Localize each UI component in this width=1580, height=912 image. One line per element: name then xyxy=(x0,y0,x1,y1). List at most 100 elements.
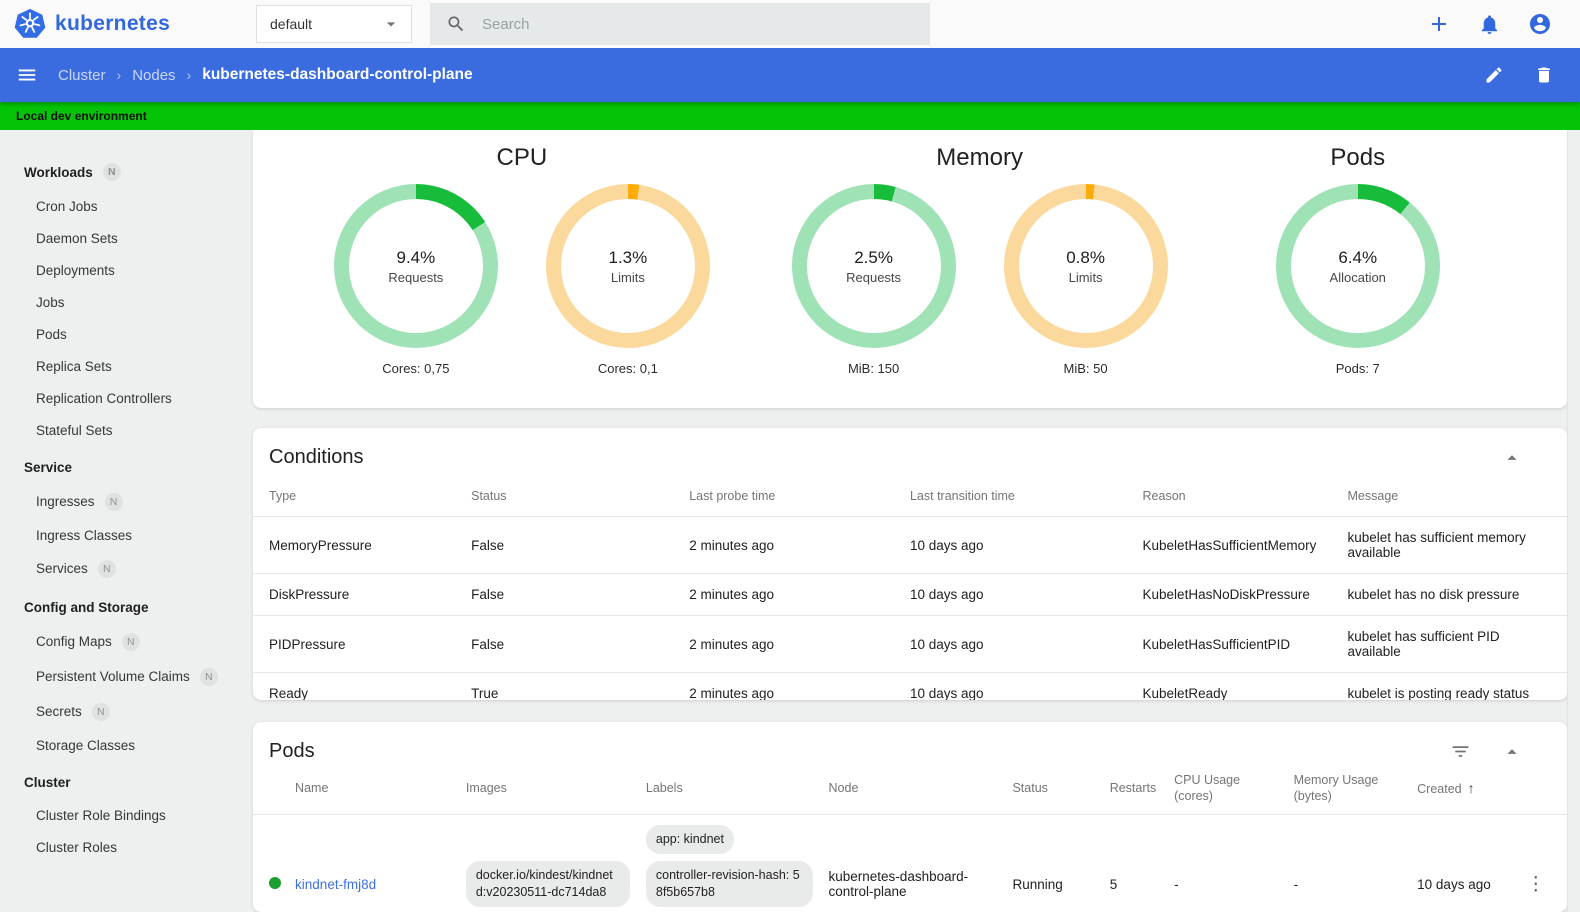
sidebar-item-services[interactable]: Services N xyxy=(0,551,247,586)
gauge-group-title: Pods xyxy=(1330,144,1386,171)
pods-column-node: Node xyxy=(828,780,859,795)
donut-caption: MiB: 50 xyxy=(1063,361,1108,376)
sidebar-item-label: Storage Classes xyxy=(36,737,136,753)
sidebar-item-deployments[interactable]: Deployments xyxy=(0,254,247,286)
sidebar-item-config-maps[interactable]: Config Maps N xyxy=(0,624,247,659)
conditions-cell-status: False xyxy=(471,516,690,574)
pods-column-created[interactable]: Created ↑ xyxy=(1417,767,1526,815)
search-input[interactable] xyxy=(482,15,914,33)
new-badge: N xyxy=(91,702,110,721)
donut-chart: 1.3% Limits xyxy=(545,184,710,348)
sidebar-item-cluster-roles[interactable]: Cluster Roles xyxy=(0,831,247,863)
sidebar-section-cluster[interactable]: Cluster xyxy=(0,766,247,799)
sidebar-section-workloads[interactable]: Workloads N xyxy=(0,154,247,190)
sidebar-section-label: Config and Storage xyxy=(24,600,149,615)
conditions-cell-last-probe-time: 2 minutes ago xyxy=(689,615,910,673)
sidebar-section-config-and-storage[interactable]: Config and Storage xyxy=(0,591,247,624)
pod-row-menu-kebab-icon[interactable]: ⋮ xyxy=(1526,875,1545,894)
conditions-card: Conditions Type Status Last probe time Last… xyxy=(253,428,1567,700)
conditions-cell-last-probe-time: 2 minutes ago xyxy=(689,573,910,616)
donut-center: 9.4% Requests xyxy=(334,184,498,348)
sidebar-section-label: Cluster xyxy=(24,775,71,790)
user-account-icon[interactable] xyxy=(1528,12,1552,36)
edit-pencil-icon[interactable] xyxy=(1484,65,1504,85)
breadcrumb-link-nodes[interactable]: Nodes xyxy=(132,67,175,84)
pods-column-status-dot xyxy=(253,767,295,815)
pods-column-images: Images xyxy=(465,780,507,795)
sidebar-item-storage-classes[interactable]: Storage Classes xyxy=(0,729,247,761)
sidebar-section-service[interactable]: Service xyxy=(0,451,247,484)
donut-metric-label: Requests xyxy=(846,269,902,285)
kubernetes-logo-icon xyxy=(14,8,46,40)
menu-hamburger-icon[interactable] xyxy=(16,64,38,86)
pod-cell-images: docker.io/kindest/kindnetd:v20230511-dc7… xyxy=(465,814,646,912)
sidebar-item-label: Replica Sets xyxy=(36,358,112,374)
header-actions xyxy=(1427,12,1580,36)
sidebar-item-label: Pods xyxy=(36,326,67,342)
conditions-cell-status: False xyxy=(471,615,690,673)
donut-center: 1.3% Limits xyxy=(546,184,710,348)
conditions-cell-type: Ready xyxy=(253,672,472,700)
pod-cell-status: Running xyxy=(1012,814,1110,912)
sidebar-item-label: Jobs xyxy=(36,294,65,310)
donut-caption: MiB: 150 xyxy=(847,361,900,376)
conditions-cell-status: True xyxy=(471,672,690,700)
new-badge: N xyxy=(102,163,121,181)
conditions-cell-reason: KubeletReady xyxy=(1142,672,1348,700)
new-badge: N xyxy=(104,492,123,511)
pods-column-memory-usage-bytes: Memory Usage (bytes) xyxy=(1293,773,1379,803)
namespace-selector[interactable]: default xyxy=(256,5,412,43)
sidebar-item-ingresses[interactable]: Ingresses N xyxy=(0,484,247,519)
sidebar-item-stateful-sets[interactable]: Stateful Sets xyxy=(0,414,247,446)
sidebar-item-cluster-role-bindings[interactable]: Cluster Role Bindings xyxy=(0,799,247,831)
pod-name-link[interactable]: kindnet-fmj8d xyxy=(295,877,376,892)
sort-ascending-icon: ↑ xyxy=(1467,779,1475,796)
donut-chart: 9.4% Requests xyxy=(333,184,498,348)
sidebar-item-daemon-sets[interactable]: Daemon Sets xyxy=(0,222,247,254)
donut-percent-value: 2.5% xyxy=(854,247,893,267)
app-header: kubernetes default xyxy=(0,0,1580,48)
sidebar-item-replication-controllers[interactable]: Replication Controllers xyxy=(0,382,247,414)
sidebar-item-ingress-classes[interactable]: Ingress Classes xyxy=(0,519,247,551)
pods-column-status: Status xyxy=(1012,780,1048,795)
sidebar-item-cron-jobs[interactable]: Cron Jobs xyxy=(0,190,247,222)
sidebar-item-secrets[interactable]: Secrets N xyxy=(0,694,247,729)
gauge-row: 9.4% Requests Cores: 0,75 1.3% Limits Cores: … xyxy=(333,184,710,376)
pods-collapse-icon[interactable] xyxy=(1501,741,1523,763)
conditions-column-last-transition-time: Last transition time xyxy=(909,489,1015,503)
breadcrumb-link-cluster[interactable]: Cluster xyxy=(58,67,106,84)
conditions-collapse-icon[interactable] xyxy=(1501,447,1523,469)
conditions-table-header-row: Type Status Last probe time Last transition… xyxy=(253,473,1567,517)
breadcrumb-current: kubernetes-dashboard-control-plane xyxy=(202,66,473,83)
breadcrumb-bar: Cluster › Nodes › kubernetes-dashboard-contr… xyxy=(0,48,1580,102)
gauge-cpu-requests: 9.4% Requests Cores: 0,75 xyxy=(333,184,498,376)
conditions-cell-message: kubelet has no disk pressure xyxy=(1347,573,1567,616)
sidebar-item-label: Services xyxy=(36,561,88,576)
conditions-column-type: Type xyxy=(269,489,297,503)
sidebar-item-pods[interactable]: Pods xyxy=(0,318,247,350)
pods-filter-icon[interactable] xyxy=(1450,741,1471,762)
donut-metric-label: Limits xyxy=(1068,269,1103,285)
content-area: Workloads N Cron Jobs Daemon Sets Deployment… xyxy=(0,130,1580,912)
sidebar-item-replica-sets[interactable]: Replica Sets xyxy=(0,350,247,382)
conditions-cell-last-transition-time: 10 days ago xyxy=(909,672,1143,700)
kubernetes-logo[interactable]: kubernetes xyxy=(0,8,247,40)
search-bar[interactable] xyxy=(430,3,930,45)
product-name: kubernetes xyxy=(55,12,171,35)
notifications-bell-icon[interactable] xyxy=(1478,13,1501,36)
namespace-selected-value: default xyxy=(270,16,313,32)
scrollbar-gutter[interactable] xyxy=(1567,130,1580,912)
sidebar-item-label: Cron Jobs xyxy=(36,198,98,214)
sidebar-item-jobs[interactable]: Jobs xyxy=(0,286,247,318)
gauge-row: 2.5% Requests MiB: 150 0.8% Limits MiB: 50 xyxy=(791,184,1168,376)
conditions-table: Type Status Last probe time Last transition… xyxy=(253,473,1567,700)
donut-caption: Cores: 0,1 xyxy=(597,361,658,376)
sidebar-item-label: Replication Controllers xyxy=(36,390,172,406)
conditions-cell-last-probe-time: 2 minutes ago xyxy=(689,672,910,700)
create-resource-button[interactable] xyxy=(1427,12,1451,36)
pod-cell-status-dot xyxy=(253,814,296,912)
conditions-row: MemoryPressure False 2 minutes ago 10 days … xyxy=(253,516,1567,574)
sidebar-item-persistent-volume-claims[interactable]: Persistent Volume Claims N xyxy=(0,659,247,694)
delete-trash-icon[interactable] xyxy=(1534,65,1554,85)
sidebar-item-label: Daemon Sets xyxy=(36,230,118,246)
